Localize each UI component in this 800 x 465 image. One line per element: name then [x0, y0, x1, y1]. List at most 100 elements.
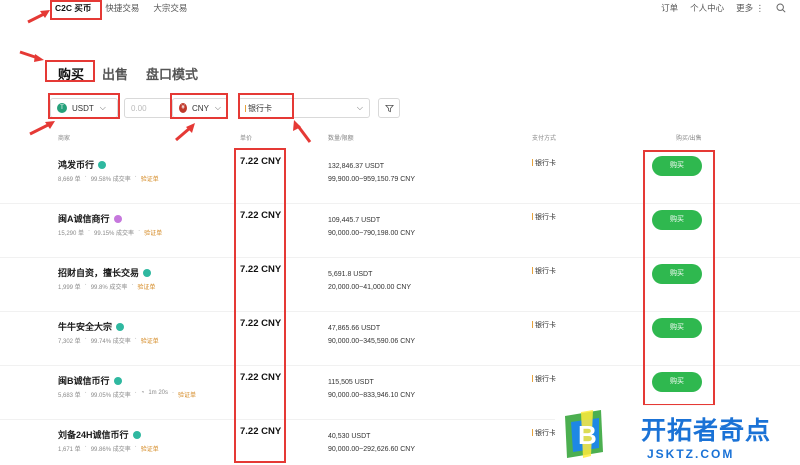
topnav-c2c[interactable]: C2C 买币: [55, 2, 91, 14]
usdt-coin-icon: T: [57, 103, 67, 113]
payment-method: 银行卡: [535, 214, 556, 221]
watermark-title: 开拓者奇点: [641, 417, 772, 445]
completion-rate: 99.05% 成交率: [90, 393, 131, 399]
merchant-name[interactable]: 闽A诚信商行: [58, 212, 110, 225]
payment-method: 银行卡: [535, 430, 556, 437]
filter-button[interactable]: [378, 98, 400, 118]
merchant-name[interactable]: 刘备24H诚信币行: [58, 428, 129, 441]
more-menu[interactable]: 更多 ⋮: [736, 2, 764, 14]
verified-badge-icon: [98, 160, 107, 169]
unit-price: 7.22 CNY: [240, 318, 282, 329]
tab-orderbook[interactable]: 盘口模式: [146, 64, 198, 83]
unit-price: 7.22 CNY: [240, 426, 282, 437]
verify-label: 验证单: [137, 285, 156, 291]
completion-rate: 99.74% 成交率: [90, 339, 131, 345]
merchant-name[interactable]: 招财自资，擅长交易: [58, 266, 139, 279]
verified-badge-icon: [143, 268, 152, 277]
clock-icon: ◔: [140, 390, 145, 396]
bank-card-marker: [532, 429, 533, 436]
payment-method: 银行卡: [535, 322, 556, 329]
table-header: 商家 单价 数量/限额 支付方式 购买/出售: [0, 133, 800, 145]
order-count: 1,671 单: [58, 447, 81, 453]
table-row: 牛牛安全大宗 7,302 单 · 99.74% 成交率 · 验证单 7.22 CNY 4…: [0, 312, 800, 366]
buy-button[interactable]: 购买: [652, 210, 702, 230]
filter-icon: [384, 104, 394, 112]
arrow-to-buy-tab: [19, 50, 39, 60]
available-amount: 47,865.66 USDT: [328, 325, 381, 332]
verify-label: 验证单: [178, 393, 197, 399]
order-limit: 90,000.00~790,198.00 CNY: [328, 230, 415, 237]
table-row: 招财自资，擅长交易 1,999 单 · 99.8% 成交率 · 验证单 7.22 CNY…: [0, 258, 800, 312]
topnav-block-trade[interactable]: 大宗交易: [153, 2, 187, 14]
buy-button[interactable]: 购买: [652, 156, 702, 176]
more-dots-icon: ⋮: [755, 3, 765, 13]
order-limit: 90,000.00~345,590.06 CNY: [328, 338, 415, 345]
payment-method: 银行卡: [535, 268, 556, 275]
header-action: 购买/出售: [676, 136, 702, 142]
buy-button[interactable]: 购买: [652, 372, 702, 392]
watermark: B 开拓者奇点 JSKTZ.COM: [555, 405, 800, 465]
merchant-name[interactable]: 鸿发币行: [58, 158, 94, 171]
payment-select-value: 银行卡: [248, 103, 272, 113]
bank-card-marker: [532, 213, 533, 220]
bank-card-marker: [532, 321, 533, 328]
merchant-name[interactable]: 牛牛安全大宗: [58, 320, 112, 333]
fiat-select[interactable]: ¥ CNY ⌵: [172, 98, 228, 118]
verify-label: 验证单: [140, 447, 159, 453]
available-amount: 115,505 USDT: [328, 379, 374, 386]
buy-button[interactable]: 购买: [652, 264, 702, 284]
unit-price: 7.22 CNY: [240, 372, 282, 383]
order-count: 7,302 单: [58, 339, 81, 345]
avg-release-time: 1m 20s: [148, 390, 169, 396]
order-limit: 90,000.00~833,946.10 CNY: [328, 392, 415, 399]
verified-badge-icon: [113, 376, 122, 385]
order-limit: 99,900.00~959,150.79 CNY: [328, 176, 415, 183]
order-count: 1,999 单: [58, 285, 81, 291]
unit-price: 7.22 CNY: [240, 210, 282, 221]
chevron-down-icon: ⌵: [214, 103, 221, 112]
header-payment: 支付方式: [532, 136, 557, 142]
available-amount: 109,445.7 USDT: [328, 217, 381, 224]
order-limit: 90,000.00~292,626.60 CNY: [328, 446, 415, 453]
cny-currency-icon: ¥: [179, 103, 188, 113]
header-price: 单价: [240, 136, 253, 142]
top-nav: C2C 买币 快捷交易 大宗交易: [55, 2, 187, 14]
payment-method: 银行卡: [535, 160, 556, 167]
header-qty: 数量/限额: [328, 136, 354, 142]
completion-rate: 99.8% 成交率: [90, 285, 128, 291]
tab-buy[interactable]: 购买: [58, 64, 84, 83]
chevron-down-icon: ⌵: [99, 103, 106, 112]
verified-badge-icon: [132, 430, 141, 439]
coin-select[interactable]: T USDT ⌵: [50, 98, 118, 118]
header-merchant: 商家: [58, 136, 71, 142]
search-icon[interactable]: [776, 3, 786, 13]
order-count: 8,669 单: [58, 177, 81, 183]
completion-rate: 99.15% 成交率: [94, 231, 135, 237]
brand-logo-icon: B: [565, 410, 603, 458]
buy-button[interactable]: 购买: [652, 318, 702, 338]
svg-text:B: B: [578, 420, 597, 450]
merchant-name[interactable]: 闽B诚信币行: [58, 374, 110, 387]
fiat-select-value: CNY: [192, 103, 209, 113]
tab-sell[interactable]: 出售: [102, 64, 128, 83]
filter-bar: T USDT ⌵ 0.00 ¥ CNY ⌵ 银行卡 ⌵: [50, 97, 400, 119]
amount-input[interactable]: 0.00: [124, 98, 172, 118]
bank-card-marker: [532, 159, 533, 166]
trade-tabs: 购买 出售 盘口模式: [58, 64, 198, 83]
table-row: 鸿发币行 8,669 单 · 99.58% 成交率 · 验证单 7.22 CNY 132…: [0, 150, 800, 204]
watermark-url: JSKTZ.COM: [647, 447, 735, 461]
orders-link[interactable]: 订单: [661, 2, 678, 14]
top-right-menu: 订单 个人中心 更多 ⋮: [661, 2, 786, 14]
available-amount: 132,846.37 USDT: [328, 163, 385, 170]
topnav-quick-trade[interactable]: 快捷交易: [105, 2, 139, 14]
verify-label: 验证单: [144, 231, 163, 237]
verified-badge-icon: [116, 322, 125, 331]
profile-link[interactable]: 个人中心: [690, 2, 724, 14]
unit-price: 7.22 CNY: [240, 264, 282, 275]
top-bar: C2C 买币 快捷交易 大宗交易 订单 个人中心 更多 ⋮: [0, 0, 800, 18]
verify-label: 验证单: [140, 177, 159, 183]
unit-price: 7.22 CNY: [240, 156, 282, 167]
order-count: 5,683 单: [58, 393, 81, 399]
table-row: 闽A诚信商行 15,290 单 · 99.15% 成交率 · 验证单 7.22 CNY …: [0, 204, 800, 258]
payment-select[interactable]: 银行卡 ⌵: [238, 98, 370, 118]
